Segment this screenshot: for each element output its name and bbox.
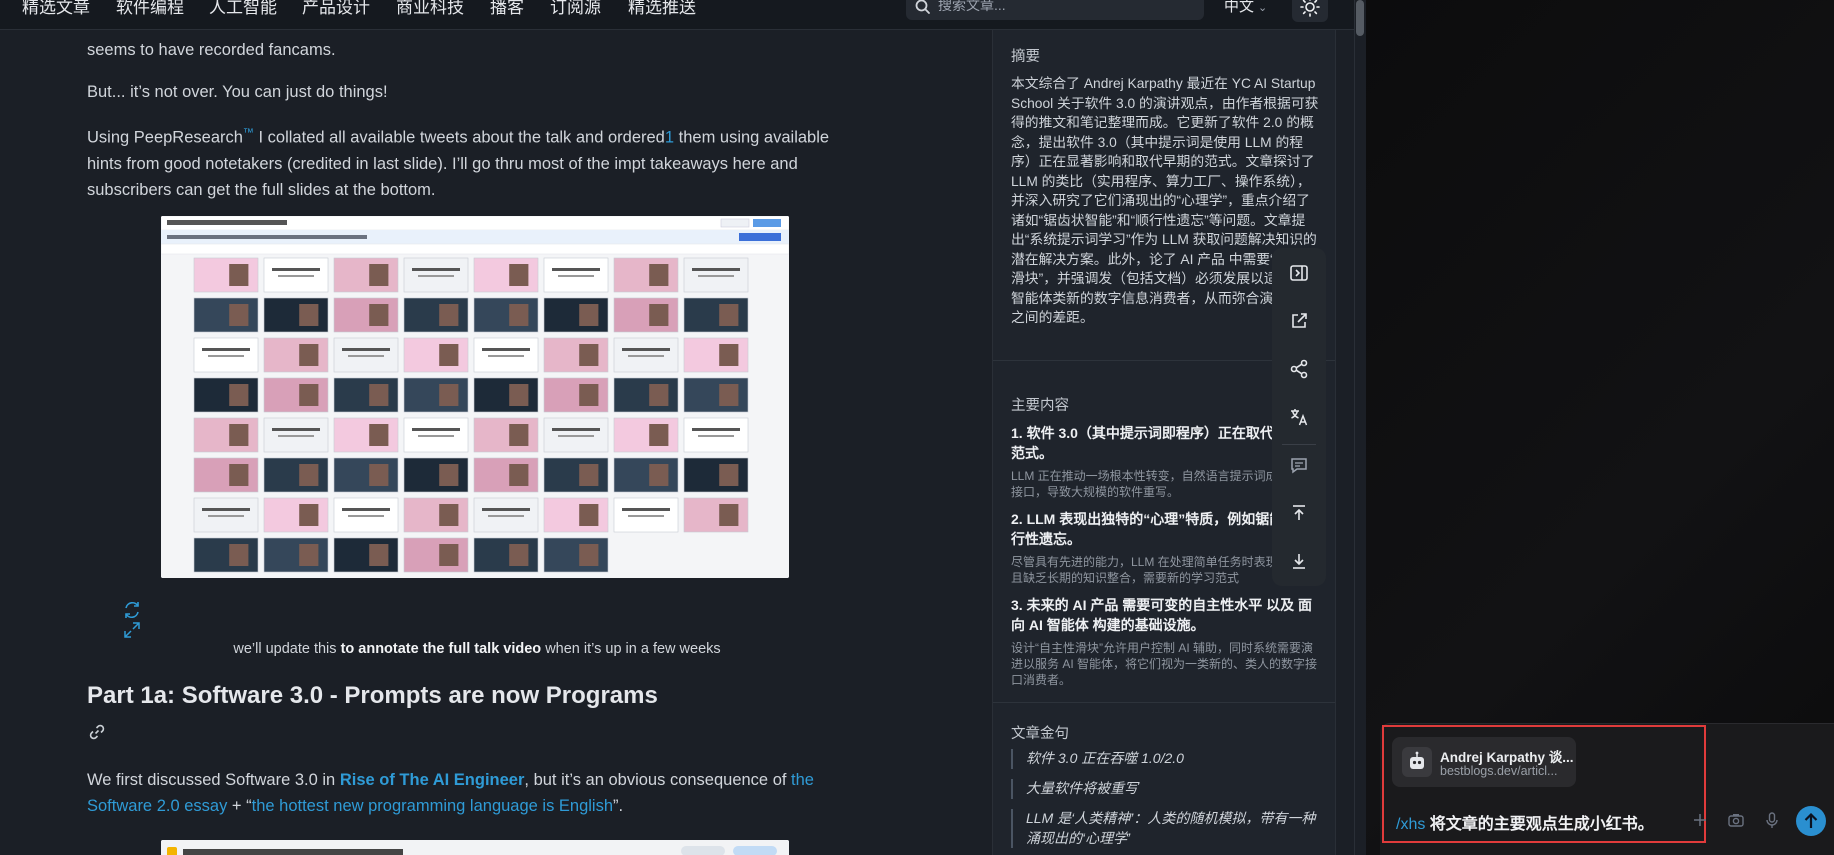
nav-item-programming[interactable]: 软件编程 (116, 0, 184, 16)
sidebar-panel-icon[interactable] (1287, 261, 1311, 285)
hottest-language-link[interactable]: the hottest new programming language is … (252, 797, 613, 815)
nav-item-podcast[interactable]: 播客 (490, 0, 524, 16)
nav-item-product-design[interactable]: 产品设计 (302, 0, 370, 16)
image-actions (122, 600, 146, 640)
footnote-link[interactable]: 1 (665, 129, 674, 147)
chevron-down-icon: ⌄ (1258, 2, 1268, 14)
search-box[interactable] (906, 0, 1204, 20)
floating-toolbar (1272, 248, 1326, 586)
summary-title: 摘要 (1011, 49, 1040, 65)
arrow-up-icon (1804, 812, 1818, 828)
nav-item-business[interactable]: 商业科技 (396, 0, 464, 16)
highlight-box (1382, 725, 1706, 843)
link-icon[interactable] (87, 722, 107, 742)
nav-item-feeds[interactable]: 订阅源 (550, 0, 601, 16)
slides-header-graphic (161, 840, 789, 855)
microphone-icon[interactable] (1762, 810, 1782, 830)
section-heading: Part 1a: Software 3.0 - Prompts are now … (87, 682, 658, 709)
quote-item-1: 软件 3.0 正在吞噬 1.0/2.0 (1011, 749, 1327, 769)
paragraph-software-3: We first discussed Software 3.0 in Rise … (87, 771, 814, 815)
comment-icon[interactable] (1287, 453, 1311, 477)
refresh-icon[interactable] (122, 600, 142, 620)
slides-grid-graphic (161, 216, 789, 578)
top-navigation: 精选文章 软件编程 人工智能 产品设计 商业科技 播客 订阅源 精选推送 中文⌄ (0, 0, 1356, 30)
divider (993, 702, 1335, 703)
main-point-3-title: 3. 未来的 AI 产品 需要可变的自主性水平 以及 面向 AI 智能体 构建的… (1011, 597, 1313, 633)
camera-icon[interactable] (1726, 810, 1746, 830)
translate-icon[interactable] (1287, 405, 1311, 429)
share-icon[interactable] (1287, 357, 1311, 381)
article-page: 精选文章 软件编程 人工智能 产品设计 商业科技 播客 订阅源 精选推送 中文⌄… (0, 0, 1366, 855)
nav-item-recommended[interactable]: 精选推送 (628, 0, 696, 16)
external-link-icon[interactable] (1287, 309, 1311, 333)
search-input[interactable] (938, 0, 1198, 16)
scroll-top-icon[interactable] (1287, 501, 1311, 525)
language-label: 中文 (1224, 0, 1255, 15)
golden-quotes-title: 文章金句 (1011, 726, 1069, 742)
search-icon (915, 0, 930, 14)
quote-item-3: LLM 是‘人类精神’：人类的随机模拟，带有一种涌现出的‘心理学’ (1011, 809, 1327, 848)
download-icon[interactable] (1287, 549, 1311, 573)
slides-preview-image[interactable] (161, 840, 789, 855)
sun-icon (1300, 0, 1320, 17)
nav-item-featured[interactable]: 精选文章 (22, 0, 90, 16)
paragraph-peepresearch: Using PeepResearch™ I collated all avail… (87, 127, 830, 199)
rise-of-ai-engineer-link[interactable]: Rise of The AI Engineer (340, 771, 525, 789)
scrollbar-thumb[interactable] (1356, 0, 1364, 36)
expand-icon[interactable] (122, 620, 142, 640)
language-selector[interactable]: 中文 ⌄ (1224, 0, 1267, 15)
theme-toggle-button[interactable] (1292, 0, 1328, 22)
main-point-3-desc: 设计“自主性滑块”允许用户控制 AI 辅助，同时系统需要演进以服务 AI 智能体… (1011, 641, 1318, 687)
image-caption: we’ll update this to annotate the full t… (233, 641, 721, 657)
add-icon[interactable] (1690, 810, 1710, 830)
nav-item-ai[interactable]: 人工智能 (209, 0, 277, 16)
send-button[interactable] (1796, 806, 1826, 836)
paragraph-not-over: But... it’s not over. You can just do th… (87, 83, 388, 101)
slides-overview-image[interactable] (161, 216, 789, 578)
toolbar-divider (1282, 444, 1316, 445)
scrollbar-track[interactable] (1354, 0, 1366, 855)
main-points-title: 主要内容 (1011, 398, 1069, 414)
trademark-link[interactable]: ™ (243, 127, 254, 139)
quote-item-2: 大量软件将被重写 (1011, 779, 1327, 799)
paragraph-fancams: seems to have recorded fancams. (87, 41, 336, 59)
